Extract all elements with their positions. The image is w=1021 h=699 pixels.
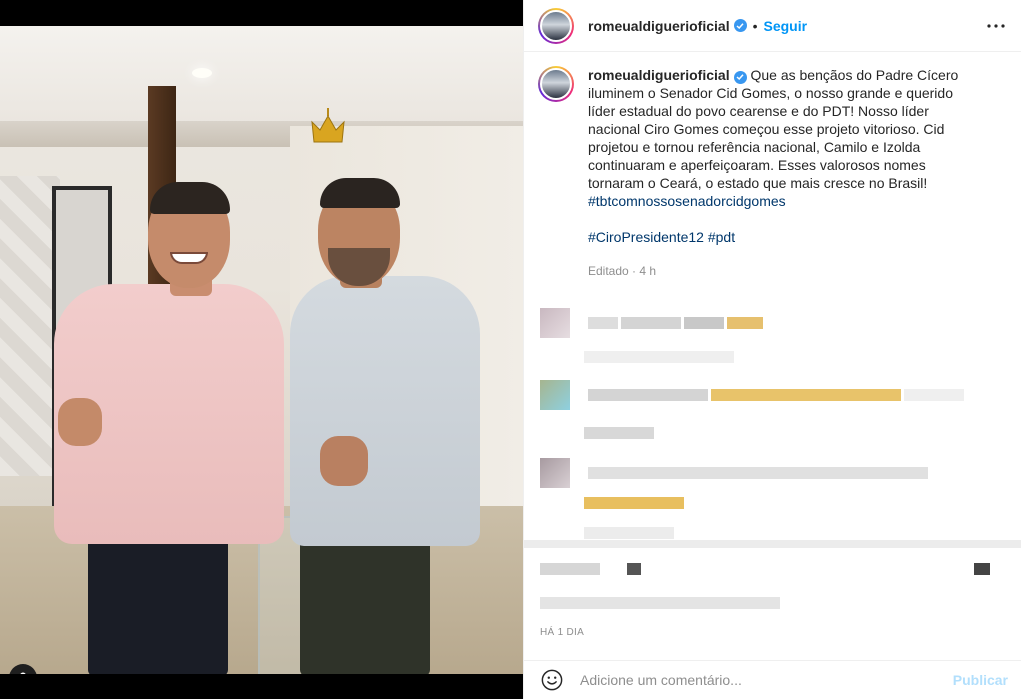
person-right-thumbs-up xyxy=(320,436,368,486)
hashtag-link[interactable]: #CiroPresidente12 xyxy=(588,229,704,245)
person-left-smile xyxy=(170,252,208,264)
comment-item-redacted xyxy=(540,380,967,440)
person-left-hair xyxy=(150,182,230,214)
follow-button[interactable]: Seguir xyxy=(764,18,808,34)
caption-text: romeualdiguerioficial Que as bençãos do … xyxy=(588,66,980,280)
add-comment-bar: Publicar xyxy=(524,660,1021,699)
verified-badge-icon xyxy=(733,19,747,32)
comment-item-redacted xyxy=(540,560,993,610)
caption-body: Que as bençãos do Padre Cícero iluminem … xyxy=(588,67,959,191)
post-caption: romeualdiguerioficial Que as bençãos do … xyxy=(538,66,1008,280)
publish-button[interactable]: Publicar xyxy=(953,672,1008,688)
person-right-hair xyxy=(320,178,400,208)
hashtag-link[interactable]: #tbtcomnossosenadorcidgomes xyxy=(588,193,786,209)
avatar[interactable] xyxy=(538,7,574,44)
comments-divider xyxy=(524,540,1021,548)
emoji-icon[interactable] xyxy=(540,668,564,692)
user-icon xyxy=(20,672,26,674)
redacted-avatar xyxy=(540,380,570,410)
more-options-icon[interactable] xyxy=(984,14,1008,38)
person-right-shirt xyxy=(290,276,480,546)
person-right-pants xyxy=(300,526,430,674)
caption-avatar[interactable] xyxy=(538,66,574,102)
photo-ceiling-light xyxy=(192,68,212,78)
post-photo[interactable] xyxy=(0,26,523,674)
crown-ornament xyxy=(311,108,345,143)
post-side-panel: romeualdiguerioficial • Seguir romeualdi… xyxy=(523,0,1021,699)
edited-timestamp: Editado · 4 h xyxy=(588,264,657,278)
redacted-avatar xyxy=(540,308,570,338)
comment-input[interactable] xyxy=(580,672,940,688)
comment-item-redacted xyxy=(540,458,931,540)
redacted-avatar xyxy=(540,458,570,488)
post-timestamp: HÁ 1 DIA xyxy=(540,627,585,638)
post-header: romeualdiguerioficial • Seguir xyxy=(524,0,1021,52)
caption-avatar-image xyxy=(540,68,572,100)
caption-verified-badge-icon xyxy=(733,70,747,84)
header-separator: • xyxy=(752,17,758,34)
hashtag-link[interactable]: #pdt xyxy=(708,229,735,245)
person-left-thumbs-up xyxy=(58,398,102,446)
photo-tiles xyxy=(0,176,60,476)
post-media xyxy=(0,0,523,699)
comment-item-redacted xyxy=(540,308,766,364)
header-username[interactable]: romeualdiguerioficial xyxy=(588,18,730,34)
instagram-post-viewer: romeualdiguerioficial • Seguir romeualdi… xyxy=(0,0,1021,699)
avatar-image xyxy=(540,9,572,42)
caption-username[interactable]: romeualdiguerioficial xyxy=(588,67,730,83)
